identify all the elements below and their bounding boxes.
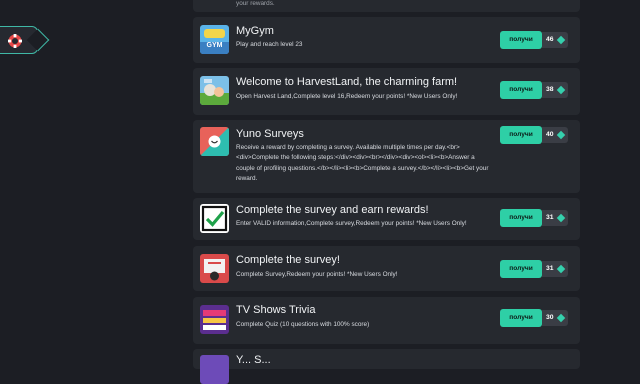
offer-description: Enter VALID information,Complete survey,… [236, 220, 467, 227]
points-badge: 30 [542, 310, 568, 326]
offer-card[interactable]: TV Shows Trivia Complete Quiz (10 questi… [193, 297, 580, 344]
help-tab[interactable] [0, 26, 50, 54]
offer-thumbnail: GYM [200, 25, 229, 54]
offer-card[interactable]: your rewards. [193, 0, 580, 12]
points-badge: 40 [542, 127, 568, 143]
offer-thumbnail [200, 127, 229, 156]
offer-thumbnail [200, 305, 229, 334]
offer-description: Complete Survey,Redeem your points! *New… [236, 271, 398, 278]
offer-description: your rewards. [236, 0, 275, 7]
offer-title: Complete the survey and earn rewards! [236, 204, 429, 216]
offer-action: получи 30 [500, 309, 568, 327]
points-badge: 38 [542, 82, 568, 98]
points-badge: 31 [542, 261, 568, 277]
points-value: 38 [546, 86, 554, 93]
offer-title: Complete the survey! [236, 254, 340, 266]
get-button[interactable]: получи [500, 309, 542, 327]
gem-icon [556, 85, 566, 95]
points-value: 46 [546, 36, 554, 43]
gem-icon [556, 313, 566, 323]
offer-thumbnail [200, 76, 229, 105]
lifebuoy-icon [8, 34, 22, 48]
offer-description: Play and reach level 23 [236, 41, 303, 48]
offer-action: получи 31 [500, 260, 568, 278]
get-button[interactable]: получи [500, 260, 542, 278]
offer-title: TV Shows Trivia [236, 304, 316, 316]
offer-description: Complete Quiz (10 questions with 100% sc… [236, 321, 370, 328]
tab-arrow [26, 28, 50, 52]
gem-icon [556, 264, 566, 274]
offer-thumbnail [200, 254, 229, 283]
offer-thumbnail [200, 355, 229, 384]
offer-card[interactable]: Yuno Surveys Receive a reward by complet… [193, 120, 580, 193]
offer-action: получи 38 [500, 81, 568, 99]
offer-title: Y... S... [236, 354, 271, 366]
offer-thumbnail [200, 204, 229, 233]
svg-text:GYM: GYM [207, 42, 223, 49]
points-value: 31 [546, 214, 554, 221]
points-badge: 31 [542, 210, 568, 226]
get-button[interactable]: получи [500, 81, 542, 99]
offer-card[interactable]: Y... S... [193, 349, 580, 384]
offer-action: получи 46 [500, 31, 568, 49]
offer-action: получи 31 [500, 209, 568, 227]
gem-icon [556, 130, 566, 140]
offer-card[interactable]: Complete the survey! Complete Survey,Red… [193, 246, 580, 291]
points-value: 31 [546, 265, 554, 272]
offer-description: Receive a reward by completing a survey.… [236, 144, 489, 183]
points-value: 40 [546, 131, 554, 138]
offer-description: Open Harvest Land,Complete level 16,Rede… [236, 93, 458, 100]
gem-icon [556, 35, 566, 45]
get-button[interactable]: получи [500, 31, 542, 49]
offer-card[interactable]: Complete the survey and earn rewards! En… [193, 198, 580, 240]
offer-title: MyGym [236, 25, 274, 37]
points-badge: 46 [542, 32, 568, 48]
offer-title: Yuno Surveys [236, 128, 304, 140]
offer-action: получи 40 [500, 126, 568, 144]
offer-card[interactable]: GYM MyGym Play and reach level 23 получи… [193, 17, 580, 63]
gem-icon [556, 213, 566, 223]
offer-title: Welcome to HarvestLand, the charming far… [236, 76, 458, 88]
offer-card[interactable]: Welcome to HarvestLand, the charming far… [193, 68, 580, 115]
points-value: 30 [546, 314, 554, 321]
get-button[interactable]: получи [500, 126, 542, 144]
get-button[interactable]: получи [500, 209, 542, 227]
